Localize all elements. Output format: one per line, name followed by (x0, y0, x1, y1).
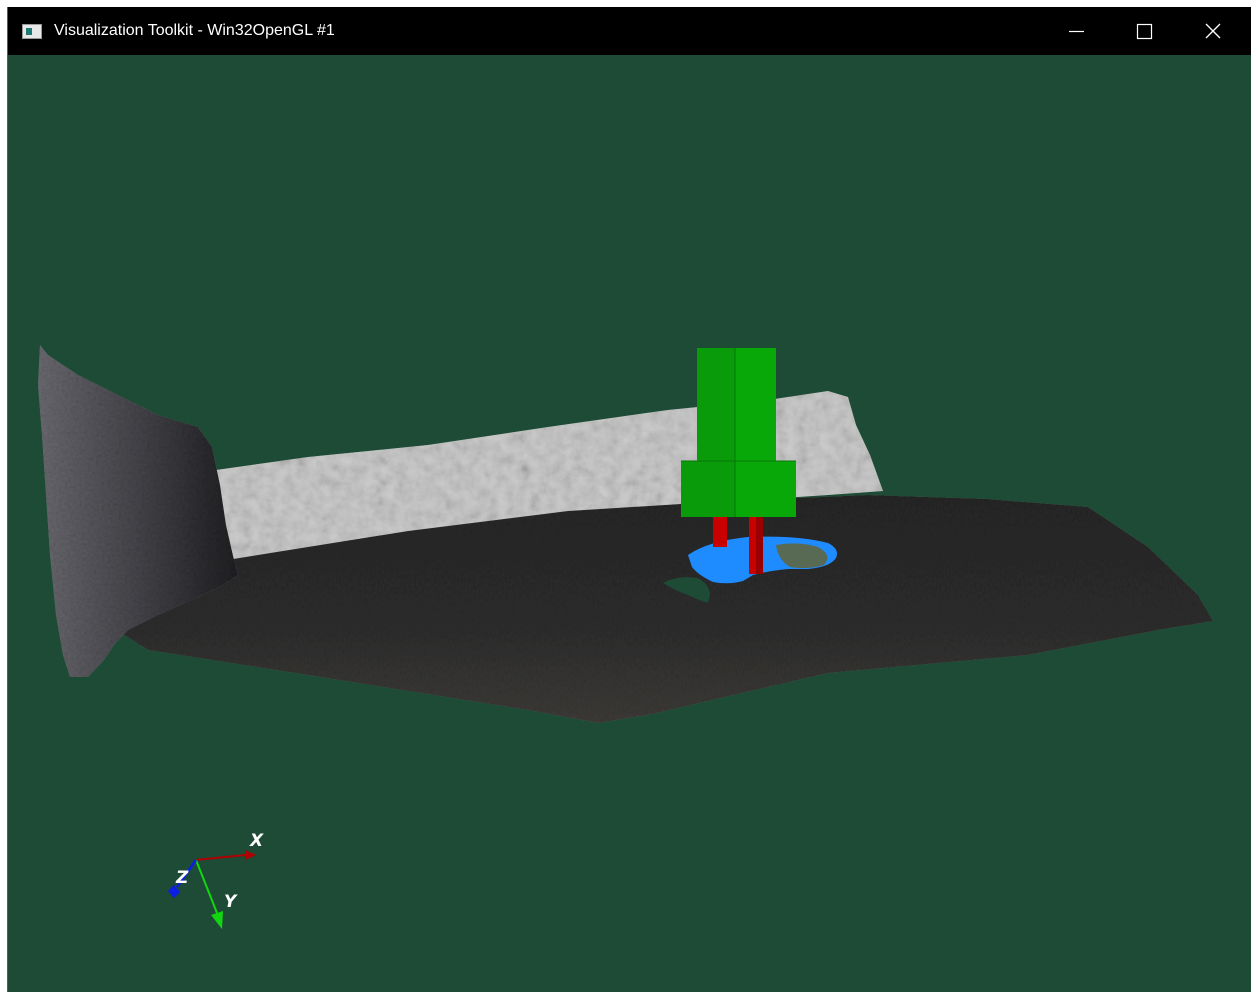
render-viewport[interactable]: X Y Z (8, 55, 1251, 992)
minimize-icon (1069, 30, 1084, 33)
y-axis-line (195, 859, 218, 914)
orientation-axes-widget: X Y Z (168, 831, 264, 929)
x-axis-line (195, 854, 246, 861)
minimize-button[interactable] (1042, 7, 1110, 55)
vtk-window-icon (22, 24, 42, 39)
y-axis-arrow (211, 911, 223, 929)
x-axis-label: X (249, 831, 264, 851)
close-button[interactable] (1178, 7, 1246, 55)
vtk-render-window: Visualization Toolkit - Win32OpenGL #1 X… (7, 7, 1251, 992)
scene-canvas[interactable]: X Y Z (8, 55, 1251, 992)
window-title: Visualization Toolkit - Win32OpenGL #1 (54, 22, 335, 39)
red-leg-left (713, 517, 727, 547)
maximize-icon (1136, 23, 1153, 40)
title-bar[interactable]: Visualization Toolkit - Win32OpenGL #1 (8, 7, 1251, 55)
maximize-button[interactable] (1110, 7, 1178, 55)
close-icon (1205, 23, 1221, 39)
x-axis-arrow (245, 850, 256, 860)
y-axis-label: Y (224, 892, 238, 912)
z-axis-label: Z (175, 868, 189, 888)
